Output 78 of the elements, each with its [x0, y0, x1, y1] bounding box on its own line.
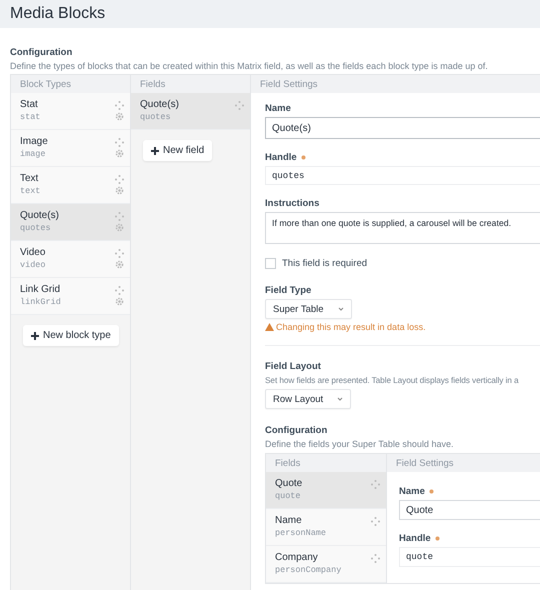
- column-header: Field Settings: [387, 454, 540, 472]
- field-label: Name: [265, 103, 291, 114]
- move-icon[interactable]: [371, 554, 380, 563]
- move-icon[interactable]: [115, 175, 124, 184]
- name-input[interactable]: Quote: [399, 500, 540, 520]
- item-name: Quote(s): [20, 210, 59, 221]
- item-handle: quotes: [20, 223, 51, 233]
- move-icon[interactable]: [115, 286, 124, 295]
- item-handle: stat: [20, 112, 40, 122]
- column-header: Field Settings: [251, 75, 540, 93]
- item-name: Name: [275, 515, 302, 526]
- field-label: Handle: [399, 533, 431, 544]
- field-item[interactable]: Quote(s) quotes: [131, 93, 250, 130]
- move-icon[interactable]: [371, 480, 380, 489]
- handle-input[interactable]: quotes: [265, 166, 540, 185]
- field-layout-dropdown[interactable]: Row Layout: [265, 389, 352, 409]
- plus-icon: [151, 146, 159, 154]
- field-label: Field Type: [265, 285, 312, 296]
- settings-icon[interactable]: [115, 223, 124, 232]
- warning-text: Changing this may result in data loss.: [276, 322, 426, 332]
- field-description: Set how fields are presented. Table Layout displays fields vertically in a: [265, 375, 520, 385]
- item-name: Video: [20, 247, 46, 258]
- item-handle: personName: [275, 528, 326, 538]
- item-name: Quote(s): [140, 99, 179, 110]
- move-icon[interactable]: [115, 101, 124, 110]
- item-name: Text: [20, 173, 38, 184]
- item-handle: personCompany: [275, 565, 342, 575]
- settings-icon[interactable]: [115, 260, 124, 269]
- field-label: Field Layout: [265, 361, 321, 372]
- handle-input[interactable]: quote: [399, 547, 540, 567]
- item-handle: quote: [275, 491, 301, 501]
- new-block-type-button[interactable]: New block type: [23, 325, 119, 346]
- section-heading: Configuration: [265, 425, 328, 436]
- item-name: Stat: [20, 99, 38, 110]
- item-name: Link Grid: [20, 284, 60, 295]
- move-icon[interactable]: [115, 249, 124, 258]
- field-label: Instructions: [265, 198, 320, 209]
- caret-icon: [338, 307, 344, 311]
- block-type-item[interactable]: Quote(s) quotes: [11, 204, 130, 241]
- item-name: Image: [20, 136, 48, 147]
- block-type-item[interactable]: Link Grid linkGrid: [11, 278, 130, 315]
- block-type-item[interactable]: Text text: [11, 167, 130, 204]
- caret-icon: [337, 397, 344, 401]
- item-handle: text: [20, 186, 40, 196]
- instructions-field[interactable]: If more than one quote is supplied, a carousel will be created.: [265, 212, 540, 244]
- item-name: Company: [275, 552, 318, 563]
- item-handle: video: [20, 260, 46, 270]
- field-type-dropdown[interactable]: Super Table: [265, 299, 352, 319]
- item-handle: quotes: [140, 112, 171, 122]
- move-icon[interactable]: [371, 517, 380, 526]
- move-icon[interactable]: [115, 138, 124, 147]
- item-handle: image: [20, 149, 46, 159]
- section-heading: Configuration: [10, 47, 74, 58]
- section-description: Define the types of blocks that can be created within this Matrix field, as well as the fields each block type is made up of.: [10, 61, 489, 71]
- item-name: Quote: [275, 478, 302, 489]
- plus-icon: [31, 332, 39, 340]
- section-description: Define the fields your Super Table should have.: [265, 439, 454, 449]
- settings-icon[interactable]: [115, 112, 124, 121]
- settings-icon[interactable]: [115, 297, 124, 306]
- item-handle: linkGrid: [20, 297, 61, 307]
- block-type-item[interactable]: Image image: [11, 130, 130, 167]
- checkbox[interactable]: [265, 258, 276, 269]
- move-icon[interactable]: [235, 101, 244, 110]
- settings-icon[interactable]: [115, 149, 124, 158]
- field-label: Handle: [265, 152, 297, 163]
- field-label: Name: [399, 486, 425, 497]
- field-item[interactable]: Company personCompany: [266, 546, 386, 583]
- move-icon[interactable]: [115, 212, 124, 221]
- warning-icon: [265, 323, 274, 331]
- field-item[interactable]: Quote quote: [266, 472, 386, 509]
- field-item[interactable]: Name personName: [266, 509, 386, 546]
- settings-icon[interactable]: [115, 186, 124, 195]
- page-title: Media Blocks: [10, 5, 106, 23]
- block-type-item[interactable]: Stat stat: [11, 93, 130, 130]
- new-field-button[interactable]: New field: [143, 140, 212, 161]
- checkbox-label: This field is required: [282, 258, 368, 269]
- block-type-item[interactable]: Video video: [11, 241, 130, 278]
- name-input[interactable]: Quote(s): [265, 117, 540, 139]
